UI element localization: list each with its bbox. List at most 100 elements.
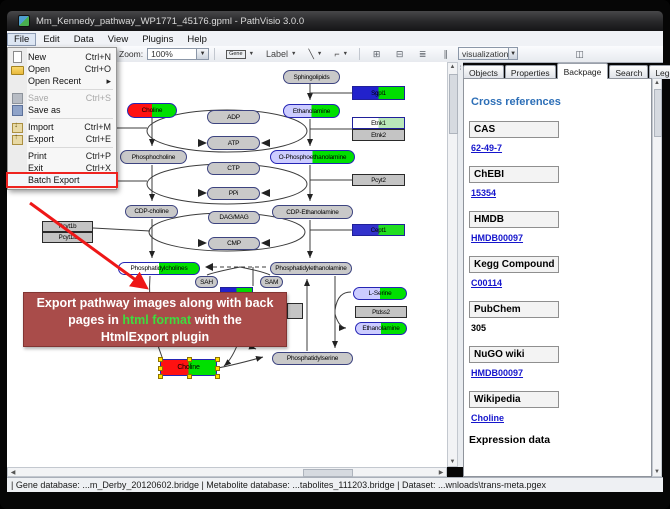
selection-handle[interactable] [215, 374, 220, 379]
pathway-node-ptdss2[interactable]: Ptdss2 [355, 306, 407, 318]
pathway-node-ppi[interactable]: PPi [207, 187, 260, 200]
stack-vertical-icon[interactable]: ∥ [437, 48, 454, 61]
pathway-node-etnk1[interactable]: Etnk1 [352, 117, 405, 129]
file-menu-item-batch-export[interactable]: Batch Export [8, 174, 116, 186]
xref-section-hmdb: HMDBHMDB00097 [469, 211, 651, 243]
pathway-node-cdp-ethanolamine[interactable]: CDP-Ethanolamine [272, 205, 353, 219]
pathway-node-choline[interactable]: Choline [160, 359, 217, 376]
distribute-icon[interactable]: ≣ [414, 48, 431, 61]
pathway-node-dag-mag[interactable]: DAG/MAG [208, 211, 260, 224]
tab-legend[interactable]: Legend [649, 65, 670, 79]
menu-file[interactable]: File [7, 33, 36, 46]
visualization-combobox[interactable]: visualization ▼ [458, 47, 518, 60]
chevron-down-icon[interactable]: ▼ [249, 51, 254, 57]
scrollbar-thumb[interactable] [449, 74, 458, 134]
pathway-node-phosphocholine[interactable]: Phosphocholine [120, 150, 187, 164]
xref-link[interactable]: Choline [471, 413, 651, 423]
pathway-node-pcyt1b[interactable]: Pcyt1b [42, 221, 93, 232]
scroll-left-icon[interactable]: ◀ [9, 469, 17, 476]
sidebar-toggle-icon[interactable]: ◫ [571, 48, 588, 61]
chevron-down-icon[interactable]: ▼ [291, 51, 296, 57]
xref-link[interactable]: 15354 [471, 188, 651, 198]
pathway-node-phosphatidylcholines[interactable]: Phosphatidylcholines [118, 262, 200, 275]
menu-item-shortcut: Ctrl+O [85, 64, 111, 74]
pathway-node-atp[interactable]: ATP [207, 136, 260, 150]
gene-tool[interactable]: Gene▼ [222, 48, 258, 61]
pathway-node-ethanolamine[interactable]: Ethanolamine [355, 322, 407, 335]
pathway-node-sphingolipids[interactable]: Sphingolipids [283, 70, 340, 84]
label-tool[interactable]: Label▼ [262, 47, 300, 61]
tab-backpage[interactable]: Backpage [557, 63, 609, 79]
pathway-node-sam[interactable]: SAM [260, 276, 283, 288]
menu-item-label: Export [28, 134, 54, 144]
menu-plugins[interactable]: Plugins [135, 33, 180, 46]
xref-link[interactable]: C00114 [471, 278, 651, 288]
selection-handle[interactable] [215, 357, 220, 362]
pathway-node-pcyt1a[interactable]: Pcyt1a [42, 232, 93, 243]
menu-help[interactable]: Help [180, 33, 214, 46]
pathway-node-pcyt2[interactable]: Pcyt2 [352, 174, 405, 186]
chevron-down-icon[interactable]: ▼ [343, 51, 348, 57]
xref-link[interactable]: 62-49-7 [471, 143, 651, 153]
title-bar[interactable]: Mm_Kennedy_pathway_WP1771_45176.gpml - P… [7, 11, 663, 31]
zoom-combobox[interactable]: 100% ▼ [147, 48, 209, 60]
file-menu-item-export[interactable]: ExportCtrl+E [8, 133, 116, 145]
canvas-vertical-scrollbar[interactable]: ▲ ▼ [447, 62, 458, 467]
pathway-node-adp[interactable]: ADP [207, 110, 260, 124]
line-tool[interactable]: ╲▼ [305, 47, 327, 62]
file-menu-item-open-recent[interactable]: Open Recent▸ [8, 75, 116, 87]
pathway-node-ethanolamine[interactable]: Ethanolamine [283, 104, 340, 118]
file-menu-item-import[interactable]: ImportCtrl+M [8, 121, 116, 133]
pathway-node-etnk2[interactable]: Etnk2 [352, 129, 405, 141]
tab-objects[interactable]: Objects [463, 65, 504, 79]
align-middle-icon[interactable]: ⊟ [391, 48, 408, 61]
xref-link[interactable]: HMDB00097 [471, 233, 651, 243]
sidebar-scrollbar[interactable]: ▲ ▼ [652, 78, 662, 477]
pathway-node-cdp-choline[interactable]: CDP-choline [125, 205, 178, 218]
scrollbar-thumb[interactable] [303, 469, 353, 477]
connector-tool[interactable]: ⌐▼ [330, 47, 352, 61]
chevron-down-icon[interactable]: ▼ [196, 49, 208, 59]
scroll-down-icon[interactable]: ▼ [653, 469, 661, 475]
scroll-right-icon[interactable]: ▶ [437, 469, 445, 476]
file-menu-item-new[interactable]: NewCtrl+N [8, 51, 116, 63]
connector-tool-glyph: ⌐ [334, 49, 339, 59]
pathway-node-sgpl1[interactable]: Sgpl1 [352, 86, 405, 100]
file-menu-item-exit[interactable]: ExitCtrl+X [8, 162, 116, 174]
selection-handle[interactable] [158, 374, 163, 379]
pathway-node-cmp[interactable]: CMP [208, 237, 260, 250]
pathway-node-o-phosphoethanolamine[interactable]: O-Phosphoethanolamine [270, 150, 355, 164]
file-menu-item-print[interactable]: PrintCtrl+P [8, 150, 116, 162]
xref-link[interactable]: HMDB00097 [471, 368, 651, 378]
menu-data[interactable]: Data [67, 33, 101, 46]
align-center-icon[interactable]: ⊞ [368, 48, 385, 61]
scroll-up-icon[interactable]: ▲ [448, 64, 457, 70]
pathway-node-l-serine[interactable]: L-Serine [353, 287, 407, 300]
selection-handle[interactable] [158, 366, 163, 371]
tab-search[interactable]: Search [609, 65, 648, 79]
selection-handle[interactable] [215, 366, 220, 371]
canvas-horizontal-scrollbar[interactable]: ◀ ▶ [7, 467, 447, 477]
scroll-down-icon[interactable]: ▼ [448, 459, 457, 465]
scroll-up-icon[interactable]: ▲ [653, 80, 661, 86]
menu-item-shortcut: Ctrl+N [85, 52, 111, 62]
tab-properties[interactable]: Properties [505, 65, 556, 79]
chevron-down-icon[interactable]: ▼ [317, 51, 322, 57]
pathway-node-cept1[interactable]: Cept1 [352, 224, 405, 236]
selection-handle[interactable] [158, 357, 163, 362]
zoom-label: Zoom: [119, 49, 143, 59]
file-menu-item-save-as[interactable]: Save as [8, 104, 116, 116]
chevron-down-icon[interactable]: ▼ [508, 48, 517, 59]
pathway-node-phosphatidylethanolamine[interactable]: Phosphatidylethanolamine [270, 262, 352, 275]
pathway-node-phosphatidylserine[interactable]: Phosphatidylserine [272, 352, 353, 365]
file-menu-item-open[interactable]: OpenCtrl+O [8, 63, 116, 75]
pathway-node[interactable] [287, 303, 303, 319]
pathway-node-choline[interactable]: Choline [127, 103, 177, 118]
pathway-node-ctp[interactable]: CTP [207, 162, 260, 175]
menu-view[interactable]: View [101, 33, 135, 46]
selection-handle[interactable] [187, 357, 192, 362]
selection-handle[interactable] [187, 374, 192, 379]
scrollbar-thumb[interactable] [654, 89, 662, 137]
menu-edit[interactable]: Edit [36, 33, 66, 46]
pathway-node-sah[interactable]: SAH [195, 276, 218, 288]
